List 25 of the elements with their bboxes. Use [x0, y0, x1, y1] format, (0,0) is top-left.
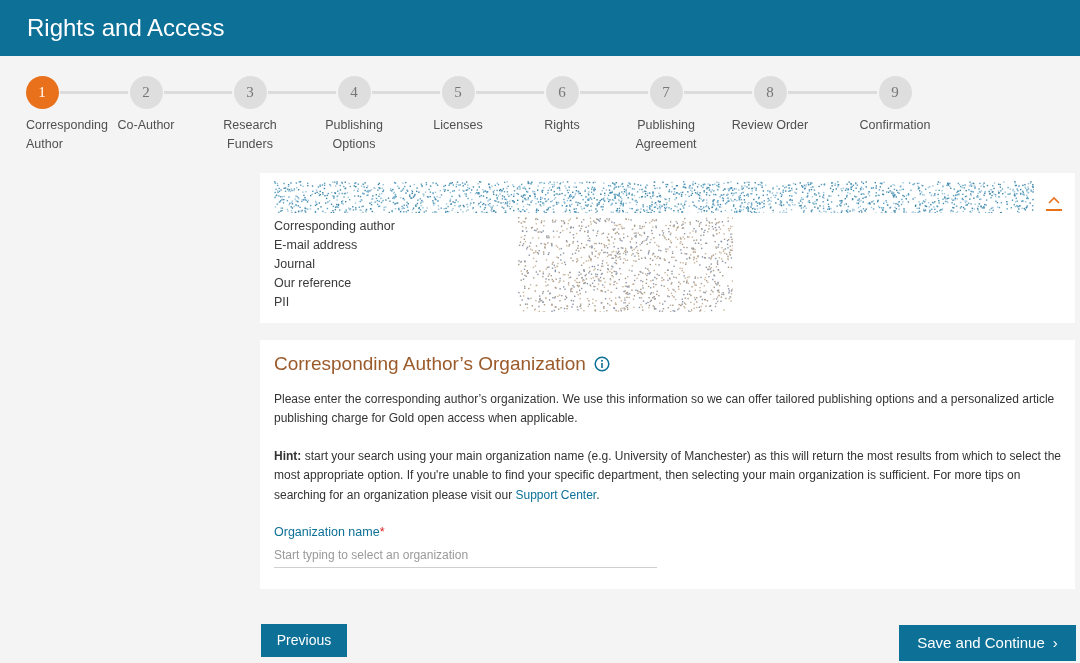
step-label[interactable]: Research Funders: [205, 116, 295, 154]
step-label[interactable]: Licenses: [413, 116, 503, 135]
step-label[interactable]: Publishing Agreement: [621, 116, 711, 154]
step-label[interactable]: Publishing Options: [309, 116, 399, 154]
summary-label: E-mail address: [274, 237, 359, 254]
previous-button[interactable]: Previous: [261, 624, 347, 657]
summary-label: Corresponding author: [274, 218, 396, 235]
summary-label: Our reference: [274, 275, 353, 292]
step-label[interactable]: Review Order: [725, 116, 815, 135]
step-label[interactable]: Confirmation: [850, 116, 940, 135]
field-label: Organization name: [274, 524, 380, 541]
step-label[interactable]: Corresponding Author: [26, 116, 110, 154]
page-title: Rights and Access: [27, 13, 225, 43]
required-mark: *: [379, 524, 385, 541]
hint-text: Hint: start your search using your main organization name (e.g. University of Manchester) as this will return the most results from which to select the most appropriate option. If you're unable to find your specific department, then selecting your main organization is sufficient. For more tips on searching for an organization please visit our Support Center.: [274, 447, 1061, 504]
step-label[interactable]: Rights: [517, 116, 607, 135]
intro-text: Please enter the corresponding author’s organization. We use this information so we can offer tailored publishing options and a personalized article publishing charge for Gold open access when applicable.: [274, 390, 1056, 427]
support-center-link[interactable]: Support Center: [515, 487, 597, 502]
section-title: Corresponding Author’s Organization: [274, 352, 586, 376]
summary-label: Journal: [274, 256, 316, 273]
organization-field[interactable]: Start typing to select an organization: [274, 545, 657, 568]
summary-label: PII: [274, 294, 291, 311]
info-icon[interactable]: [593, 356, 610, 373]
chevron-up-icon: [1046, 195, 1062, 205]
save-and-continue-button[interactable]: Save and Continue ›: [899, 625, 1076, 661]
